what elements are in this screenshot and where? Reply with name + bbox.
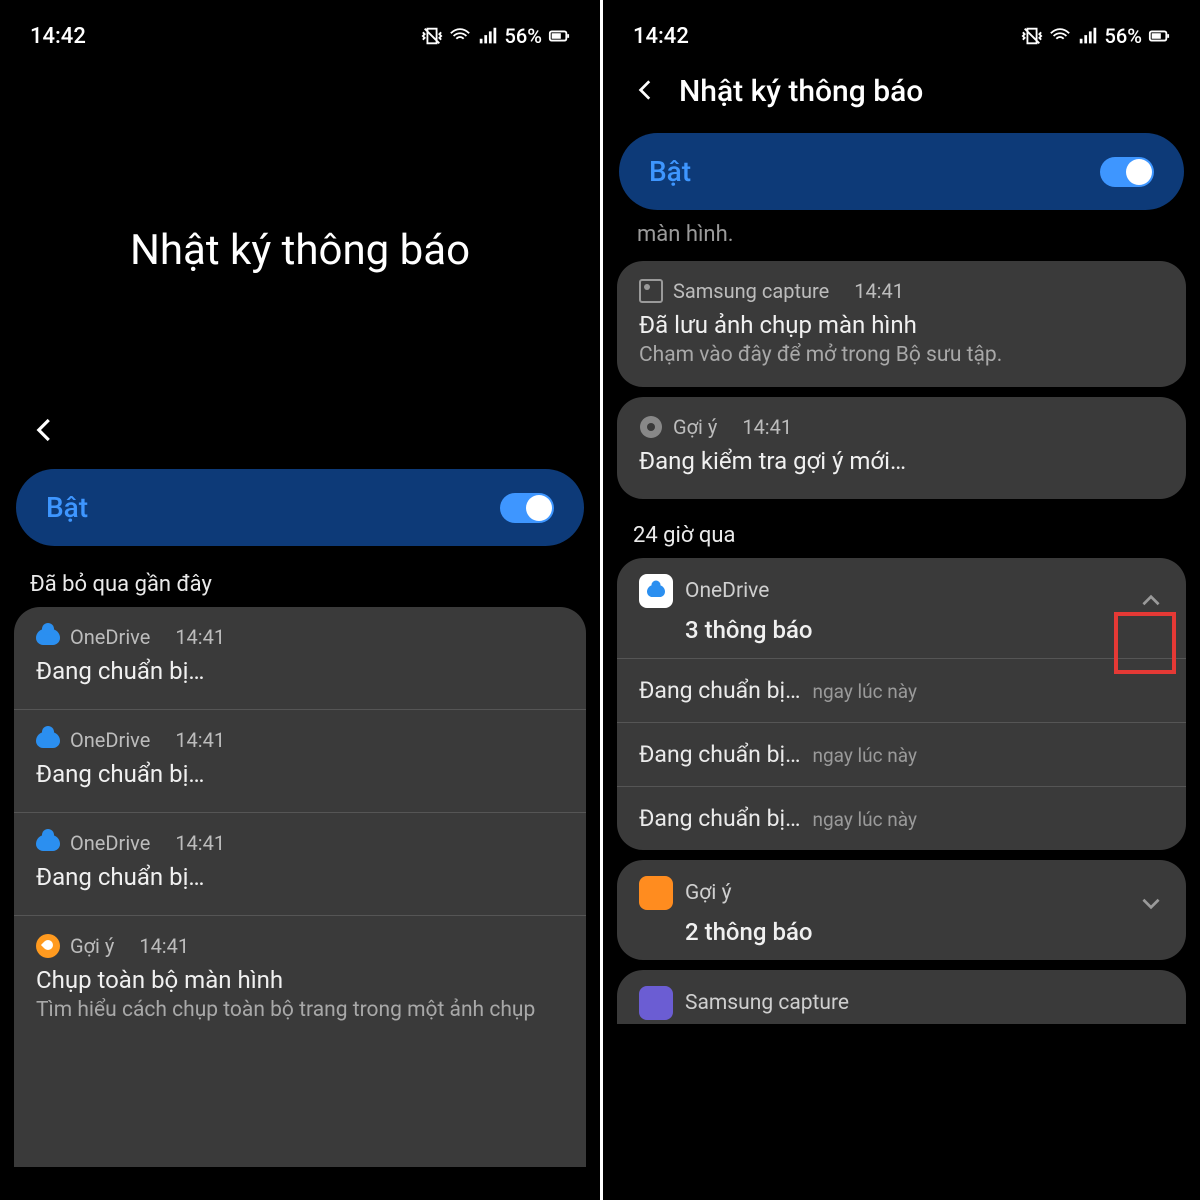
- toggle-switch[interactable]: [1100, 157, 1154, 187]
- left-screen: 14:42 56% Nhật ký thông báo Bật Đã bỏ qu…: [0, 0, 600, 1200]
- notification-item[interactable]: OneDrive 14:41 Đang chuẩn bị…: [14, 813, 586, 916]
- page-title: Nhật ký thông báo: [0, 226, 600, 275]
- toggle-label: Bật: [46, 491, 88, 524]
- section-label: 24 giờ qua: [603, 509, 1200, 558]
- status-bar: 14:42 56%: [0, 0, 600, 56]
- notification-group-samsung[interactable]: Samsung capture: [617, 970, 1186, 1024]
- list-item[interactable]: Đang chuẩn bị…ngay lúc này: [617, 722, 1186, 786]
- wifi-icon: [449, 25, 471, 47]
- status-time: 14:42: [633, 24, 689, 49]
- master-toggle[interactable]: Bật: [619, 133, 1184, 210]
- master-toggle[interactable]: Bật: [16, 469, 584, 546]
- list-item[interactable]: Đang chuẩn bị…ngay lúc này: [617, 786, 1186, 850]
- bulb-icon: [639, 876, 673, 910]
- back-button[interactable]: [633, 77, 659, 107]
- battery-icon: [548, 25, 570, 47]
- battery-text: 56%: [1105, 24, 1142, 48]
- notification-item[interactable]: Gợi ý 14:41 Chụp toàn bộ màn hình Tìm hi…: [14, 916, 586, 1042]
- collapse-button[interactable]: [1138, 588, 1164, 618]
- capture-icon: [639, 986, 673, 1020]
- notification-group-onedrive[interactable]: OneDrive 3 thông báo Đang chuẩn bị…ngay …: [617, 558, 1186, 850]
- onedrive-icon: [36, 831, 60, 855]
- list-item[interactable]: Đang chuẩn bị…ngay lúc này: [617, 658, 1186, 722]
- status-icons: 56%: [421, 24, 570, 48]
- right-screen: 14:42 56% Nhật ký thông báo Bật màn hình…: [600, 0, 1200, 1200]
- status-time: 14:42: [30, 24, 86, 49]
- notification-item[interactable]: OneDrive 14:41 Đang chuẩn bị…: [14, 607, 586, 710]
- notification-card[interactable]: Gợi ý 14:41 Đang kiểm tra gợi ý mới…: [617, 397, 1186, 499]
- section-label: Đã bỏ qua gần đây: [0, 558, 600, 607]
- partial-text: màn hình.: [603, 222, 1200, 261]
- onedrive-icon: [36, 625, 60, 649]
- bulb-icon: [36, 934, 60, 958]
- onedrive-icon: [36, 728, 60, 752]
- header: Nhật ký thông báo: [603, 56, 1200, 119]
- header-title: Nhật ký thông báo: [679, 74, 923, 109]
- signal-icon: [477, 25, 499, 47]
- signal-icon: [1077, 25, 1099, 47]
- status-bar: 14:42 56%: [603, 0, 1200, 56]
- image-icon: [639, 279, 663, 303]
- battery-icon: [1148, 25, 1170, 47]
- vibrate-icon: [1021, 25, 1043, 47]
- notification-list: OneDrive 14:41 Đang chuẩn bị… OneDrive 1…: [14, 607, 586, 1167]
- notification-group-goiy[interactable]: Gợi ý 2 thông báo: [617, 860, 1186, 960]
- chevron-left-icon: [30, 415, 60, 445]
- wifi-icon: [1049, 25, 1071, 47]
- status-icons: 56%: [1021, 24, 1170, 48]
- toggle-switch[interactable]: [500, 493, 554, 523]
- toggle-label: Bật: [649, 155, 691, 188]
- chevron-left-icon: [633, 77, 659, 103]
- onedrive-icon: [639, 574, 673, 608]
- notification-item[interactable]: OneDrive 14:41 Đang chuẩn bị…: [14, 710, 586, 813]
- gear-icon: [639, 415, 663, 439]
- back-button[interactable]: [0, 415, 600, 449]
- battery-text: 56%: [505, 24, 542, 48]
- notification-card[interactable]: Samsung capture 14:41 Đã lưu ảnh chụp mà…: [617, 261, 1186, 387]
- chevron-down-icon: [1138, 890, 1164, 916]
- vibrate-icon: [421, 25, 443, 47]
- expand-button[interactable]: [1138, 890, 1164, 920]
- chevron-up-icon: [1138, 588, 1164, 614]
